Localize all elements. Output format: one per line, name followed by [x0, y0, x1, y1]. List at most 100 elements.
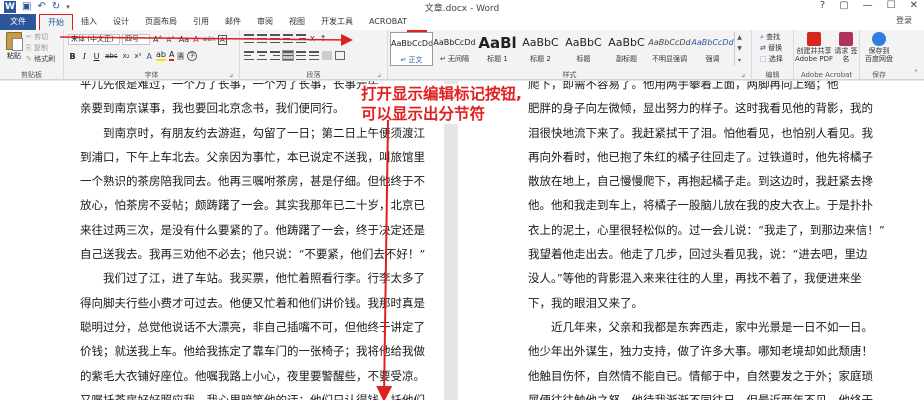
text-line[interactable]: 屑便往往触他之怒。他待我渐渐不同往日。但最近两年不见，他终于	[528, 388, 908, 400]
help-icon[interactable]: ?	[820, 0, 825, 11]
text-effects-button[interactable]: A	[146, 52, 153, 61]
underline-button[interactable]: U	[92, 52, 101, 61]
copy-button[interactable]: ⎘ 复制	[26, 43, 55, 54]
text-line[interactable]: 的紫毛大衣铺好座位。他嘱我路上小心，夜里要警醒些，不要受凉。	[80, 364, 425, 388]
styles-dialog-launcher-icon[interactable]: ⌟	[741, 69, 745, 78]
align-right-icon[interactable]	[270, 51, 280, 60]
strikethrough-button[interactable]: abc	[104, 52, 119, 60]
clear-formatting-icon[interactable]: A	[192, 35, 199, 44]
enclose-characters-button[interactable]: 字	[187, 51, 198, 61]
more-styles-icon[interactable]: ▾	[738, 57, 741, 64]
request-signature-button[interactable]: 请求 签名	[834, 32, 858, 63]
select-button[interactable]: ⬚ 选择	[760, 54, 783, 65]
text-line[interactable]: 下，我的眼泪又来了。	[528, 291, 908, 315]
text-line[interactable]: 到浦口，下午上车北去。父亲因为事忙，本已说定不送我，叫旅馆里	[80, 145, 425, 169]
text-line[interactable]: 散放在地上，自己慢慢爬下，再抱起橘子走。到这边时，我赶紧去搀	[528, 169, 908, 193]
asian-layout-icon[interactable]: X	[309, 35, 316, 43]
text-line[interactable]: 肥胖的身子向左微倾，显出努力的样子。这时我看见他的背影，我的	[528, 96, 908, 120]
tab-file[interactable]: 文件	[0, 14, 36, 30]
paste-button[interactable]: 粘贴	[4, 32, 24, 61]
style-emphasis[interactable]: AaBbCcDd 强调	[691, 32, 734, 66]
sort-icon[interactable]: ↕	[319, 34, 328, 43]
text-line[interactable]: 没人。”等他的背影混入来来往往的人里，再找不着了，我便进来坐	[528, 266, 908, 290]
text-line[interactable]: 爬下，即需不容易了。他用两手攀着上面，两脚再向上缩；他	[528, 81, 908, 96]
style-heading-2[interactable]: AaBbC 标题 2	[519, 32, 562, 66]
text-line[interactable]: 来往过两三次，是没有什么要紧的了。他踌躇了一会，终于决定还是	[80, 218, 425, 242]
format-painter-button[interactable]: ✎ 格式刷	[26, 54, 55, 65]
text-line[interactable]: 聪明过分，总觉他说话不大漂亮，非自己插嘴不可，但他终于讲定了	[80, 315, 425, 339]
maximize-icon[interactable]: ☐	[887, 0, 896, 11]
shrink-font-icon[interactable]: A˅	[165, 36, 175, 44]
text-line[interactable]: 近几年来，父亲和我都是东奔西走，家中光景是一日不如一日。	[528, 315, 908, 339]
collapse-ribbon-icon[interactable]: ˄	[914, 69, 918, 78]
font-dialog-launcher-icon[interactable]: ⌟	[229, 69, 233, 78]
bullets-icon[interactable]	[244, 34, 254, 43]
create-pdf-button[interactable]: 创建并共享 Adobe PDF	[794, 32, 834, 63]
text-line[interactable]: 我望着他走出去。他走了几步，回过头看见我，说：“进去吧，里边	[528, 242, 908, 266]
save-to-baidu-button[interactable]: 保存到 百度网盘	[864, 32, 894, 63]
tab-developer[interactable]: 开发工具	[313, 14, 361, 30]
superscript-button[interactable]: x²	[134, 52, 143, 60]
text-line[interactable]: 得向脚夫行些小费才可过去。他便又忙着和他们讲价钱。我那时真是	[80, 291, 425, 315]
style-title[interactable]: AaBbC 标题	[562, 32, 605, 66]
page-text-right[interactable]: 爬下，即需不容易了。他用两手攀着上面，两脚再向上缩；他 肥胖的身子向左微倾，显出努…	[528, 81, 908, 400]
style-no-spacing[interactable]: AaBbCcDd ↵ 无间隔	[433, 32, 476, 66]
text-line[interactable]: 价钱；就送我上车。他给我拣定了靠车门的一张椅子；我将他给我做	[80, 339, 425, 363]
document-page-right[interactable]: 爬下，即需不容易了。他用两手攀着上面，两脚再向上缩；他 肥胖的身子向左微倾，显出努…	[458, 81, 924, 400]
style-subtle-emphasis[interactable]: AaBbCcDd 不明显强调	[648, 32, 691, 66]
grow-font-icon[interactable]: A˄	[152, 35, 163, 44]
text-line[interactable]: 他。他和我走到车上，将橘子一股脑儿放在我的皮大衣上。于是扑扑	[528, 193, 908, 217]
italic-button[interactable]: I	[80, 52, 89, 61]
tab-review[interactable]: 审阅	[249, 14, 281, 30]
tab-references[interactable]: 引用	[185, 14, 217, 30]
shading-icon[interactable]	[322, 51, 332, 60]
text-line[interactable]: 放心，怕茶房不妥帖；颇踌躇了一会。其实我那年已二十岁，北京已	[80, 193, 425, 217]
cut-button[interactable]: ✂ 剪切	[26, 32, 55, 43]
line-spacing-icon[interactable]	[309, 51, 319, 60]
tab-design[interactable]: 设计	[105, 14, 137, 30]
page-text-left[interactable]: 平儿先很是难过，一个万了长事，一个为了长事，长事元先， 亲要到南京谋事，我也要回北…	[80, 81, 425, 400]
font-name-select[interactable]: 宋体 (中文正)	[68, 34, 120, 45]
scroll-up-icon[interactable]: ▲	[737, 34, 742, 41]
tab-page-layout[interactable]: 页面布局	[137, 14, 185, 30]
tab-acrobat[interactable]: ACROBAT	[361, 14, 415, 30]
align-center-icon[interactable]	[257, 51, 267, 60]
text-line[interactable]: 到南京时，有朋友约去游逛，勾留了一日；第二日上午便须渡江	[80, 121, 425, 145]
text-line[interactable]: 泪很快地流下来了。我赶紧拭干了泪。怕他看见，也怕别人看见。我	[528, 121, 908, 145]
highlight-color-button[interactable]: ab	[155, 51, 166, 61]
sign-in-link[interactable]: 登录	[896, 15, 912, 26]
text-line[interactable]: 他少年出外谋生，独力支持，做了许多大事。哪知老境却如此颓唐！	[528, 339, 908, 363]
justify-icon[interactable]	[282, 50, 294, 61]
text-line[interactable]: 自己送我去。我再三劝他不必去；他只说：“不要紧，他们去不好！”	[80, 242, 425, 266]
character-border-icon[interactable]: A	[218, 34, 227, 45]
borders-icon[interactable]	[335, 51, 345, 60]
close-icon[interactable]: ✕	[910, 0, 918, 11]
text-line[interactable]: 他触目伤怀，自然情不能自已。情郁于中，自然要发之于外；家庭琐	[528, 364, 908, 388]
align-left-icon[interactable]	[244, 51, 254, 60]
subscript-button[interactable]: x₂	[122, 52, 131, 60]
text-line[interactable]: 衣上的泥土，心里很轻松似的。过一会儿说：“我走了，到那边来信！”	[528, 218, 908, 242]
replace-button[interactable]: ⇄ 替换	[760, 43, 783, 54]
scroll-down-icon[interactable]: ▼	[737, 45, 742, 52]
multilevel-list-icon[interactable]	[270, 34, 280, 43]
text-line[interactable]: 一个熟识的茶房陪我同去。他再三嘱咐茶房，甚是仔细。但他终于不	[80, 169, 425, 193]
styles-scroll[interactable]: ▲ ▼ ▾	[734, 32, 744, 66]
text-line[interactable]: 再向外看时，他已抱了朱红的橘子往回走了。过铁道时，他先将橘子	[528, 145, 908, 169]
bold-button[interactable]: B	[68, 52, 77, 61]
change-case-icon[interactable]: Aa	[178, 35, 190, 44]
tab-mailings[interactable]: 邮件	[217, 14, 249, 30]
numbering-icon[interactable]	[257, 34, 267, 43]
ribbon-display-icon[interactable]: ▢	[839, 0, 848, 11]
text-line[interactable]: 我们过了江，进了车站。我买票，他忙着照看行李。行李太多了，	[80, 266, 425, 290]
style-heading-1[interactable]: AaBl 标题 1	[476, 32, 519, 66]
font-size-select[interactable]: 四号	[122, 34, 150, 45]
increase-indent-icon[interactable]	[296, 34, 306, 43]
style-subtitle[interactable]: AaBbC 副标题	[605, 32, 648, 66]
minimize-icon[interactable]: —	[863, 0, 873, 11]
document-area[interactable]: 平儿先很是难过，一个万了长事，一个为了长事，长事元先， 亲要到南京谋事，我也要回北…	[0, 81, 924, 400]
tab-view[interactable]: 视图	[281, 14, 313, 30]
style-normal[interactable]: AaBbCcDd ↵ 正文	[390, 32, 433, 66]
phonetic-guide-icon[interactable]: wén	[202, 36, 216, 43]
text-line[interactable]: 又嘱托茶房好好照应我。我心里暗笑他的迂；他们只认得钱，托他们	[80, 388, 425, 400]
tab-home[interactable]: 开始	[39, 14, 73, 30]
